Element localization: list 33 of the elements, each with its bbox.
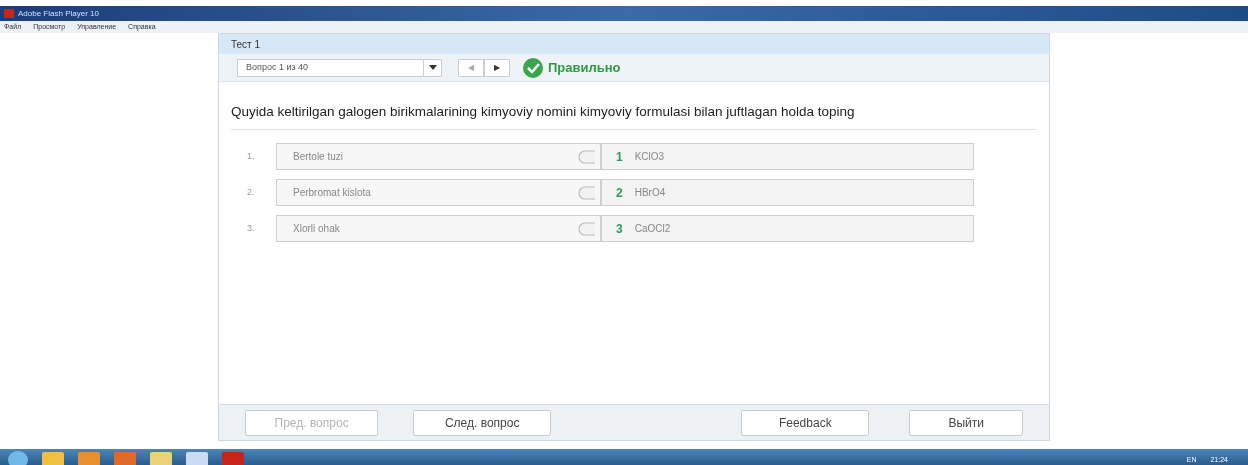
app-icon[interactable] [114,452,136,465]
result-label: Правильно [548,58,621,77]
app-icon[interactable] [186,452,208,465]
match-box[interactable]: 1 KClO3 [601,143,974,170]
app-icon[interactable] [222,452,244,465]
window-title: Adobe Flash Player 10 [18,7,99,20]
nav-button[interactable]: ▶ [484,58,510,77]
term-box[interactable]: Bertole tuzi [276,143,601,170]
test-title: Тест 1 [231,37,261,52]
match-box[interactable]: 3 CaOCl2 [601,215,974,242]
match-number: 1 [616,148,623,166]
match-number: 2 [616,184,623,202]
footer-button[interactable]: След. вопрос [413,409,552,436]
app-icon [4,9,14,18]
app-icon[interactable] [150,452,172,465]
app-icon[interactable] [78,452,100,465]
footer-button[interactable]: Feedback [741,409,870,436]
app-icon[interactable] [42,452,64,465]
check-icon [522,56,544,79]
start-button[interactable] [8,451,28,465]
question-text: Quyida keltirilgan galogen birikmalarining kimyoviy nomini kimyoviy formulasi bilan juftlagan holda toping [231,103,856,121]
item-number: 1. [247,149,256,163]
match-text: CaOCl2 [634,222,671,236]
footer-button[interactable]: Выйти [909,409,1023,436]
match-text: KClO3 [634,150,665,164]
term-box[interactable]: Perbromat kislota [276,179,601,206]
match-number: 3 [616,220,623,238]
item-number: 2. [247,185,256,199]
match-box[interactable]: 2 HBrO4 [601,179,974,206]
term-box[interactable]: Xlorli ohak [276,215,601,242]
item-number: 3. [247,221,256,235]
match-text: HBrO4 [634,186,666,200]
question-dropdown[interactable]: Вопрос 1 из 40 [237,58,442,77]
